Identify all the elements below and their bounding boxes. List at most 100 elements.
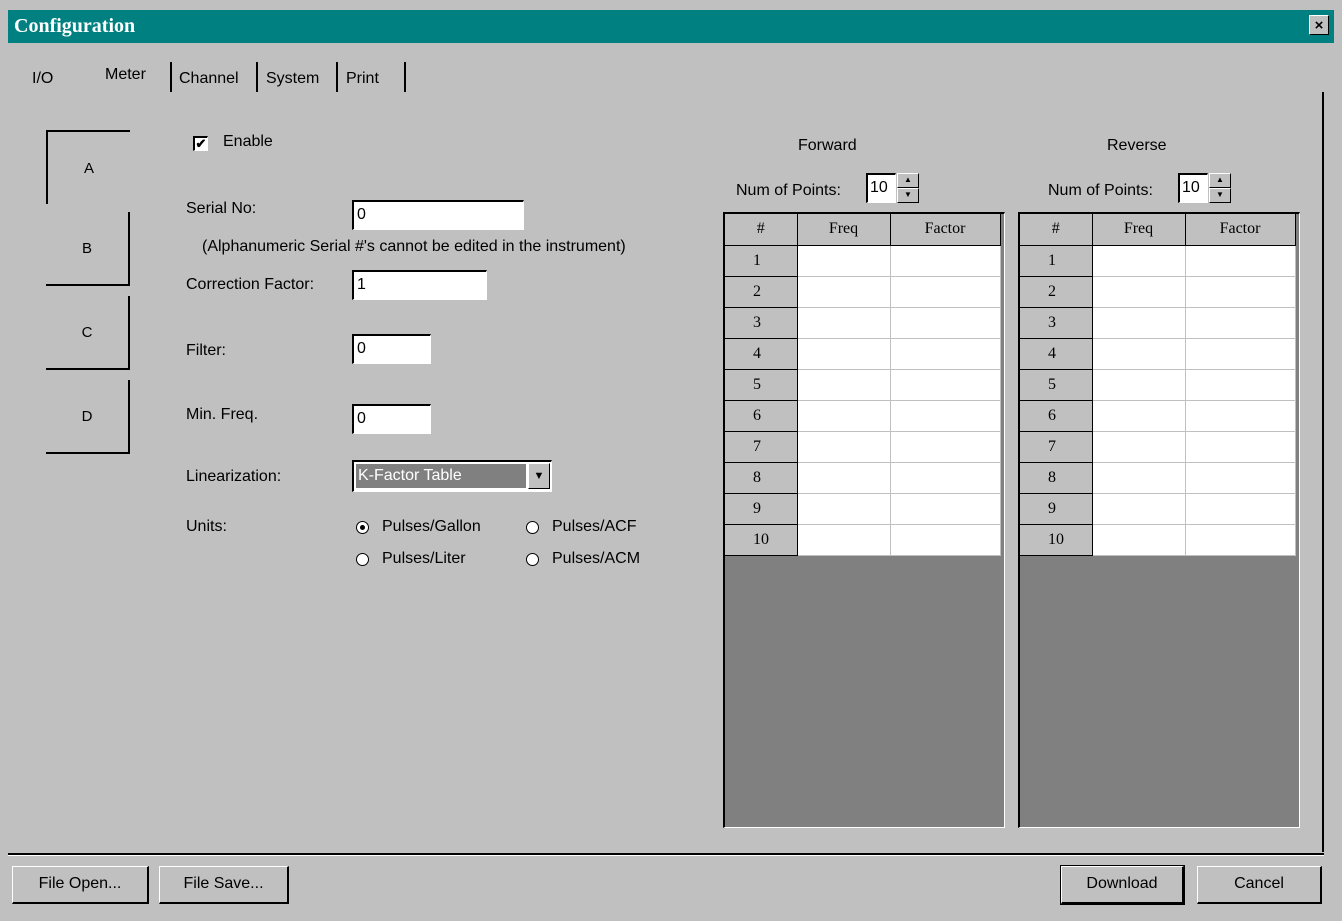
factor-cell[interactable] bbox=[1185, 245, 1296, 277]
freq-cell[interactable] bbox=[1092, 338, 1186, 370]
freq-cell[interactable] bbox=[797, 400, 891, 432]
factor-cell[interactable] bbox=[890, 493, 1001, 525]
units-label: Units: bbox=[186, 518, 227, 535]
factor-cell[interactable] bbox=[1185, 338, 1296, 370]
linearization-value: K-Factor Table bbox=[355, 463, 527, 489]
factor-cell[interactable] bbox=[1185, 307, 1296, 339]
meter-tab-a[interactable]: A bbox=[46, 130, 130, 204]
cancel-button[interactable]: Cancel bbox=[1197, 866, 1322, 904]
spin-down-icon[interactable]: ▼ bbox=[897, 188, 919, 203]
column-header: # bbox=[1020, 214, 1093, 246]
filter-input[interactable]: 0 bbox=[352, 334, 431, 364]
serial-input[interactable]: 0 bbox=[352, 200, 524, 230]
factor-cell[interactable] bbox=[890, 276, 1001, 308]
table-row: 7 bbox=[1020, 431, 1296, 463]
factor-cell[interactable] bbox=[890, 431, 1001, 463]
reverse-points-spinner[interactable]: ▲ ▼ bbox=[1209, 173, 1231, 203]
freq-cell[interactable] bbox=[797, 338, 891, 370]
freq-cell[interactable] bbox=[1092, 245, 1186, 277]
row-number: 9 bbox=[725, 493, 798, 525]
tab-meter[interactable]: Meter bbox=[105, 62, 146, 88]
tab-channel[interactable]: Channel bbox=[179, 66, 239, 92]
factor-cell[interactable] bbox=[890, 400, 1001, 432]
serial-label: Serial No: bbox=[186, 200, 257, 217]
row-number: 5 bbox=[725, 369, 798, 401]
row-number: 4 bbox=[725, 338, 798, 370]
tab-print[interactable]: Print bbox=[346, 66, 379, 92]
units-option-label: Pulses/ACF bbox=[552, 518, 637, 535]
meter-tab-b[interactable]: B bbox=[46, 212, 130, 286]
freq-cell[interactable] bbox=[797, 524, 891, 556]
linearization-select[interactable]: K-Factor Table ▼ bbox=[352, 460, 552, 492]
tab-page-border bbox=[1322, 92, 1326, 852]
freq-cell[interactable] bbox=[1092, 307, 1186, 339]
factor-cell[interactable] bbox=[1185, 369, 1296, 401]
divider bbox=[8, 855, 1324, 856]
freq-cell[interactable] bbox=[1092, 431, 1186, 463]
spin-down-icon[interactable]: ▼ bbox=[1209, 188, 1231, 203]
freq-cell[interactable] bbox=[1092, 462, 1186, 494]
freq-cell[interactable] bbox=[1092, 400, 1186, 432]
factor-cell[interactable] bbox=[890, 369, 1001, 401]
row-number: 9 bbox=[1020, 493, 1093, 525]
chevron-down-icon: ▼ bbox=[533, 470, 545, 482]
row-number: 3 bbox=[1020, 307, 1093, 339]
tab-io[interactable]: I/O bbox=[32, 66, 53, 92]
units-radio-pulses-liter[interactable] bbox=[356, 553, 369, 566]
factor-cell[interactable] bbox=[890, 245, 1001, 277]
row-number: 7 bbox=[725, 431, 798, 463]
factor-cell[interactable] bbox=[890, 524, 1001, 556]
correction-label: Correction Factor: bbox=[186, 276, 315, 293]
reverse-points-input[interactable]: 10 bbox=[1178, 173, 1208, 203]
factor-cell[interactable] bbox=[1185, 493, 1296, 525]
meter-tab-c[interactable]: C bbox=[46, 296, 130, 370]
forward-points-spinner[interactable]: ▲ ▼ bbox=[897, 173, 919, 203]
freq-cell[interactable] bbox=[797, 245, 891, 277]
factor-cell[interactable] bbox=[1185, 462, 1296, 494]
row-number: 10 bbox=[1020, 524, 1093, 556]
row-number: 10 bbox=[725, 524, 798, 556]
freq-cell[interactable] bbox=[797, 307, 891, 339]
factor-cell[interactable] bbox=[1185, 400, 1296, 432]
spin-up-icon[interactable]: ▲ bbox=[897, 173, 919, 188]
units-option-label: Pulses/Liter bbox=[382, 550, 466, 567]
units-radio-pulses-acm[interactable] bbox=[526, 553, 539, 566]
factor-cell[interactable] bbox=[1185, 524, 1296, 556]
units-radio-pulses-gallon[interactable] bbox=[356, 521, 369, 534]
forward-points-input[interactable]: 10 bbox=[866, 173, 896, 203]
units-radio-pulses-acf[interactable] bbox=[526, 521, 539, 534]
file-open-button[interactable]: File Open... bbox=[12, 866, 149, 904]
row-number: 3 bbox=[725, 307, 798, 339]
freq-cell[interactable] bbox=[1092, 493, 1186, 525]
column-header: Factor bbox=[1185, 214, 1296, 246]
table-row: 5 bbox=[725, 369, 1001, 401]
enable-checkbox[interactable]: ✔ bbox=[193, 136, 208, 151]
freq-cell[interactable] bbox=[797, 462, 891, 494]
min-freq-input[interactable]: 0 bbox=[352, 404, 431, 434]
factor-cell[interactable] bbox=[890, 462, 1001, 494]
freq-cell[interactable] bbox=[797, 431, 891, 463]
dropdown-arrow-button[interactable]: ▼ bbox=[528, 463, 550, 489]
reverse-title: Reverse bbox=[1107, 137, 1167, 154]
download-button[interactable]: Download bbox=[1060, 865, 1185, 905]
meter-tab-d[interactable]: D bbox=[46, 380, 130, 454]
correction-input[interactable]: 1 bbox=[352, 270, 487, 300]
row-number: 2 bbox=[1020, 276, 1093, 308]
reverse-points-label: Num of Points: bbox=[1048, 182, 1153, 199]
close-button[interactable]: × bbox=[1309, 15, 1329, 35]
row-number: 6 bbox=[1020, 400, 1093, 432]
factor-cell[interactable] bbox=[890, 307, 1001, 339]
spin-up-icon[interactable]: ▲ bbox=[1209, 173, 1231, 188]
freq-cell[interactable] bbox=[797, 493, 891, 525]
table-row: 1 bbox=[725, 245, 1001, 277]
freq-cell[interactable] bbox=[797, 369, 891, 401]
freq-cell[interactable] bbox=[797, 276, 891, 308]
freq-cell[interactable] bbox=[1092, 369, 1186, 401]
factor-cell[interactable] bbox=[1185, 431, 1296, 463]
freq-cell[interactable] bbox=[1092, 276, 1186, 308]
factor-cell[interactable] bbox=[1185, 276, 1296, 308]
file-save-button[interactable]: File Save... bbox=[159, 866, 289, 904]
freq-cell[interactable] bbox=[1092, 524, 1186, 556]
tab-system[interactable]: System bbox=[266, 66, 319, 92]
factor-cell[interactable] bbox=[890, 338, 1001, 370]
